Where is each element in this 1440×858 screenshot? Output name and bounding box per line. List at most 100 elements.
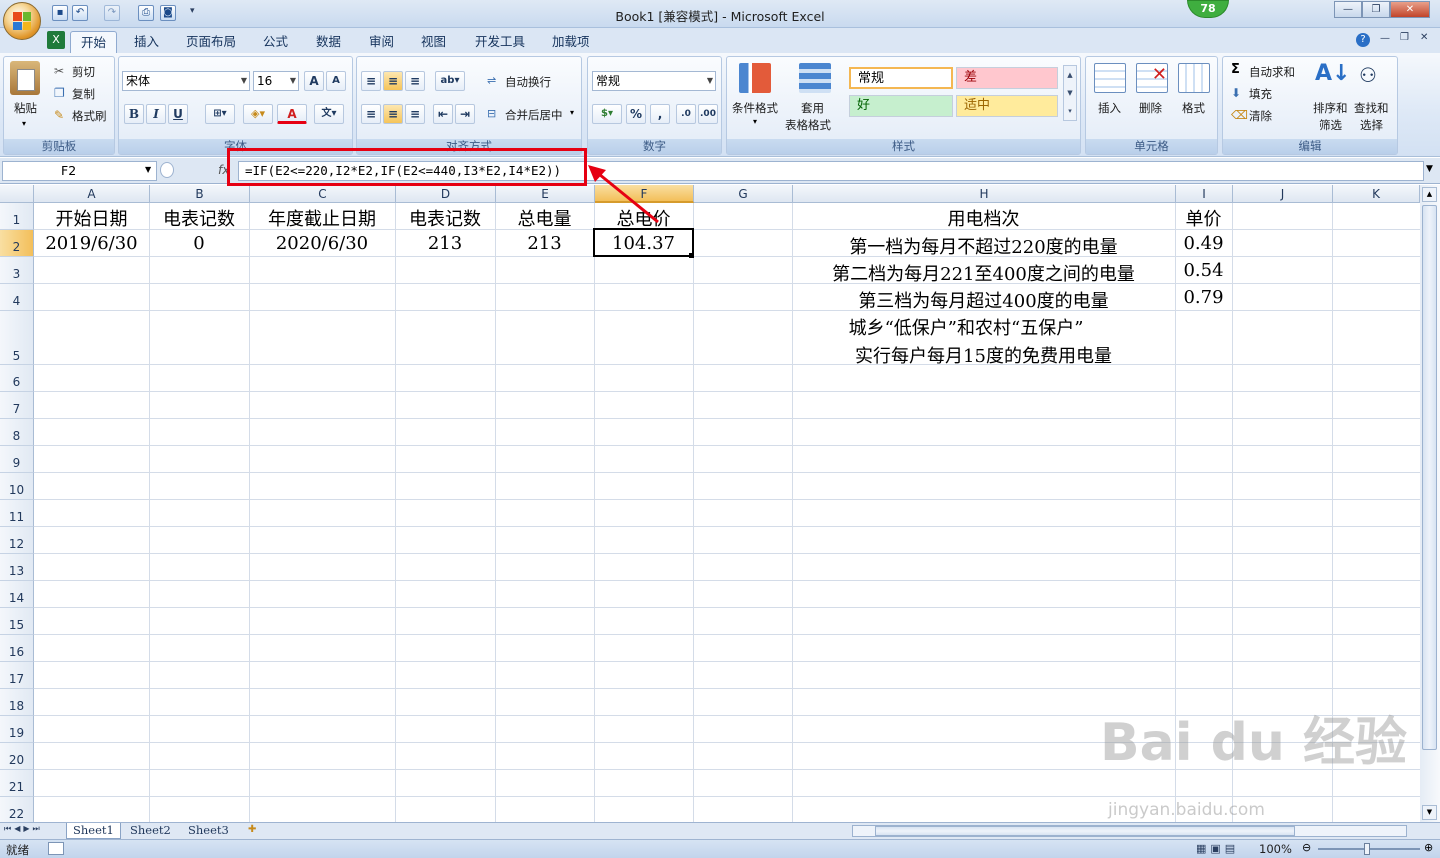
comma-button[interactable]: , (650, 104, 670, 124)
row-header-4[interactable]: 4 (0, 284, 34, 311)
chevron-down-icon[interactable]: ▾ (753, 117, 757, 126)
fill-color-icon[interactable]: ◈▾ (243, 104, 273, 124)
minimize-button[interactable]: — (1334, 1, 1362, 18)
merge-center-button[interactable]: 合并后居中 (505, 108, 563, 122)
align-middle-icon[interactable]: ≡ (383, 71, 403, 91)
style-neutral[interactable]: 适中 (956, 95, 1058, 117)
cell-h1[interactable]: 用电档次 (792, 205, 1175, 231)
bold-button[interactable]: B (124, 104, 144, 124)
restore-button[interactable]: ❐ (1362, 1, 1390, 18)
office-button[interactable] (3, 2, 41, 40)
selected-cell-f2[interactable] (593, 228, 694, 257)
cell-b2[interactable]: 0 (149, 233, 249, 254)
cut-button[interactable]: 剪切 (72, 65, 95, 79)
wrap-text-button[interactable]: 自动换行 (505, 75, 551, 89)
expand-formula-icon[interactable]: ▼ (1426, 164, 1433, 174)
expand-handle-icon[interactable] (160, 162, 174, 178)
cell-h2[interactable]: 第一档为每月不超过220度的电量 (792, 233, 1175, 259)
tab-addins[interactable]: 加载项 (542, 31, 600, 53)
row-header-12[interactable]: 12 (0, 527, 34, 554)
scroll-thumb[interactable] (1422, 205, 1437, 750)
col-header-k[interactable]: K (1333, 185, 1420, 203)
macro-record-icon[interactable] (48, 842, 64, 855)
sheet-tab-1[interactable]: Sheet1 (66, 823, 121, 839)
cell-i3[interactable]: 0.54 (1175, 260, 1232, 281)
row-header-15[interactable]: 15 (0, 608, 34, 635)
row-header-10[interactable]: 10 (0, 473, 34, 500)
cell-h5-line1[interactable]: 城乡“低保户”和农村“五保户” (792, 314, 1140, 340)
view-buttons-icon[interactable]: ▦▣▤ (1196, 842, 1239, 855)
zoom-slider[interactable] (1318, 843, 1420, 855)
row-header-22[interactable]: 22 (0, 797, 34, 822)
align-top-icon[interactable]: ≡ (361, 71, 381, 91)
ribbon-restore-icon[interactable]: ❐ (1400, 32, 1409, 43)
decrease-decimal-icon[interactable]: .00 (698, 104, 718, 124)
tab-formulas[interactable]: 公式 (253, 31, 298, 53)
row-header-17[interactable]: 17 (0, 662, 34, 689)
font-size-combo[interactable]: 16 ▼ (253, 71, 299, 91)
clear-button[interactable]: 清除 (1249, 109, 1272, 123)
sheet-tab-2[interactable]: Sheet2 (124, 823, 177, 839)
close-button[interactable]: ✕ (1390, 1, 1430, 18)
cell-b1[interactable]: 电表记数 (149, 205, 249, 231)
align-right-icon[interactable]: ≡ (405, 104, 425, 124)
col-header-i[interactable]: I (1176, 185, 1233, 203)
cell-i4[interactable]: 0.79 (1175, 287, 1232, 308)
sheet-nav-icon[interactable]: ⏮◀▶⏭ (4, 824, 43, 834)
zoom-slider-thumb[interactable] (1364, 843, 1370, 855)
tab-review[interactable]: 审阅 (359, 31, 404, 53)
fill-button[interactable]: 填充 (1249, 87, 1272, 101)
col-header-j[interactable]: J (1233, 185, 1333, 203)
row-header-2[interactable]: 2 (0, 230, 34, 257)
row-header-6[interactable]: 6 (0, 365, 34, 392)
ribbon-close-icon[interactable]: ✕ (1420, 32, 1428, 43)
font-name-combo[interactable]: 宋体 ▼ (122, 71, 250, 91)
align-bottom-icon[interactable]: ≡ (405, 71, 425, 91)
conditional-format-button[interactable]: 条件格式 (732, 101, 778, 115)
namebox-dropdown-icon[interactable]: ▼ (145, 165, 151, 174)
zoom-in-icon[interactable]: ⊕ (1424, 841, 1433, 854)
cell-d2[interactable]: 213 (395, 233, 495, 254)
col-header-h[interactable]: H (793, 185, 1176, 203)
row-header-7[interactable]: 7 (0, 392, 34, 419)
paste-icon[interactable] (10, 61, 40, 95)
style-good[interactable]: 好 (849, 95, 953, 117)
cell-e2[interactable]: 213 (495, 233, 594, 254)
italic-button[interactable]: I (146, 104, 166, 124)
row-header-18[interactable]: 18 (0, 689, 34, 716)
help-icon[interactable]: ? (1356, 33, 1370, 47)
paste-button[interactable]: 粘贴 (14, 101, 37, 115)
style-bad[interactable]: 差 (956, 67, 1058, 89)
fill-handle[interactable] (689, 253, 694, 258)
row-header-21[interactable]: 21 (0, 770, 34, 797)
find-select-button-line2[interactable]: 选择 (1360, 118, 1383, 132)
sheet-tab-3[interactable]: Sheet3 (182, 823, 235, 839)
cell-h5-line2[interactable]: 实行每户每月15度的免费用电量 (792, 342, 1175, 368)
row-header-1[interactable]: 1 (0, 203, 34, 230)
align-left-icon[interactable]: ≡ (361, 104, 381, 124)
grow-font-icon[interactable]: A (304, 71, 324, 91)
cell-d1[interactable]: 电表记数 (395, 205, 495, 231)
number-format-combo[interactable]: 常规 ▼ (592, 71, 716, 91)
tab-insert[interactable]: 插入 (124, 31, 169, 53)
row-header-5[interactable]: 5 (0, 311, 34, 365)
cell-c1[interactable]: 年度截止日期 (249, 205, 395, 231)
table-format-button-line1[interactable]: 套用 (801, 101, 824, 115)
sort-filter-button-line1[interactable]: 排序和 (1313, 101, 1348, 115)
row-header-3[interactable]: 3 (0, 257, 34, 284)
row-header-14[interactable]: 14 (0, 581, 34, 608)
tab-page-layout[interactable]: 页面布局 (176, 31, 246, 53)
delete-cells-button[interactable]: 删除 (1139, 101, 1162, 115)
format-cells-button[interactable]: 格式 (1182, 101, 1205, 115)
shrink-font-icon[interactable]: A (326, 71, 346, 91)
zoom-level[interactable]: 100% (1259, 842, 1292, 856)
cell-h3[interactable]: 第二档为每月221至400度之间的电量 (792, 260, 1175, 286)
font-color-icon[interactable]: A (277, 104, 307, 124)
tab-home[interactable]: 开始 (70, 31, 118, 53)
paste-dropdown-icon[interactable]: ▾ (22, 119, 26, 128)
tab-view[interactable]: 视图 (411, 31, 456, 53)
sort-filter-button-line2[interactable]: 筛选 (1319, 118, 1342, 132)
orientation-icon[interactable]: ab▾ (435, 71, 465, 91)
format-painter-button[interactable]: 格式刷 (72, 109, 107, 123)
row-header-11[interactable]: 11 (0, 500, 34, 527)
